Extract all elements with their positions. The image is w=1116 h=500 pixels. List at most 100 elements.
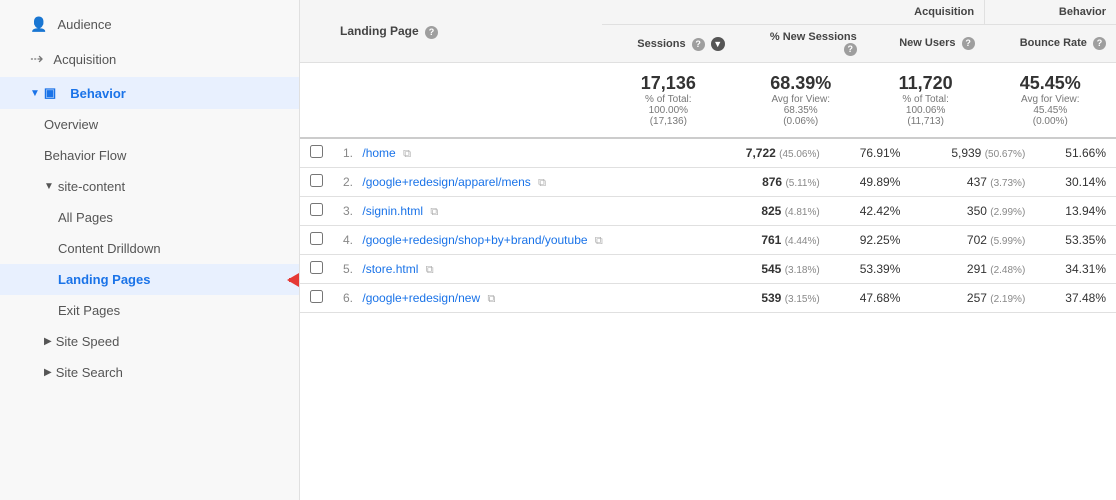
new-users-help-icon[interactable]: ? [962, 37, 975, 50]
page-link[interactable]: /google+redesign/apparel/mens [362, 175, 530, 189]
sidebar-item-exit-pages[interactable]: Exit Pages [0, 295, 299, 326]
sessions-col-header: Sessions ? ▼ [602, 25, 735, 63]
sessions-value: 545 [761, 262, 781, 276]
audience-icon: 👤 [30, 16, 47, 33]
copy-icon[interactable]: ⧉ [403, 148, 411, 160]
bounce-rate-col-header: Bounce Rate ? [985, 25, 1116, 63]
page-link[interactable]: /signin.html [362, 204, 423, 218]
row-sessions: 545 (3.18%) [705, 255, 830, 284]
rows-table: 1. /home ⧉ 7,722 (45.06%) 76.91% 5,939 (… [300, 139, 1116, 313]
summary-row: 17,136 % of Total: 100.00% (17,136) 68.3… [300, 63, 1116, 139]
sidebar-item-acquisition[interactable]: ⇢ Acquisition [0, 41, 299, 77]
sidebar-item-behavior[interactable]: ▼ ▣ behavior [0, 77, 299, 109]
page-link[interactable]: /google+redesign/shop+by+brand/youtube [362, 233, 587, 247]
row-checkbox-cell[interactable] [300, 255, 333, 284]
table-row: 6. /google+redesign/new ⧉ 539 (3.15%) 47… [300, 284, 1116, 313]
sidebar-item-site-search[interactable]: ▶ Site Search [0, 357, 299, 388]
acquisition-icon: ⇢ [30, 49, 43, 69]
new-users-pct: (50.67%) [985, 149, 1026, 160]
new-users-pct: (2.48%) [990, 265, 1025, 276]
row-page-cell: 5. /store.html ⧉ [333, 255, 705, 284]
row-checkbox[interactable] [310, 174, 323, 187]
site-search-arrow-icon: ▶ [44, 367, 52, 378]
row-new-users: 257 (2.19%) [910, 284, 1035, 313]
copy-icon[interactable]: ⧉ [595, 235, 603, 247]
table-row: 2. /google+redesign/apparel/mens ⧉ 876 (… [300, 168, 1116, 197]
table-row: 3. /signin.html ⧉ 825 (4.81%) 42.42% 350… [300, 197, 1116, 226]
red-arrow-annotation [279, 262, 300, 298]
row-page-cell: 3. /signin.html ⧉ [333, 197, 705, 226]
row-checkbox-cell[interactable] [300, 168, 333, 197]
row-checkbox-cell[interactable] [300, 284, 333, 313]
sessions-value: 761 [761, 233, 781, 247]
sidebar: 👤 Audience ⇢ Acquisition ▼ ▣ behavior Ov… [0, 0, 300, 500]
sessions-pct: (3.15%) [785, 294, 820, 305]
summary-new-users: 11,720 % of Total: 100.06% (11,713) [867, 63, 985, 139]
new-sessions-help-icon[interactable]: ? [844, 43, 857, 56]
sidebar-item-audience[interactable]: 👤 Audience [0, 8, 299, 41]
sessions-pct: (5.11%) [785, 178, 819, 189]
sessions-pct: (3.18%) [785, 265, 820, 276]
sidebar-item-all-pages[interactable]: All Pages [0, 202, 299, 233]
row-sessions: 876 (5.11%) [705, 168, 830, 197]
landing-page-help-icon[interactable]: ? [425, 26, 438, 39]
row-sessions: 761 (4.44%) [705, 226, 830, 255]
sidebar-item-behavior-flow[interactable]: Behavior Flow [0, 140, 299, 171]
page-link[interactable]: /store.html [362, 262, 418, 276]
behavior-group-header: Behavior [985, 0, 1116, 25]
row-bounce-rate: 13.94% [1035, 197, 1116, 226]
sessions-sort-icon[interactable]: ▼ [711, 37, 725, 51]
row-page-cell: 2. /google+redesign/apparel/mens ⧉ [333, 168, 705, 197]
sidebar-item-site-content[interactable]: ▼ site-content [0, 171, 299, 202]
row-checkbox-cell[interactable] [300, 139, 333, 168]
row-bounce-rate: 51.66% [1035, 139, 1116, 168]
row-checkbox[interactable] [310, 261, 323, 274]
row-checkbox[interactable] [310, 203, 323, 216]
row-checkbox-cell[interactable] [300, 197, 333, 226]
row-bounce-rate: 34.31% [1035, 255, 1116, 284]
row-checkbox[interactable] [310, 290, 323, 303]
row-new-sessions: 76.91% [830, 139, 911, 168]
sessions-pct: (4.44%) [785, 236, 820, 247]
page-link[interactable]: /google+redesign/new [362, 291, 480, 305]
table-row: 5. /store.html ⧉ 545 (3.18%) 53.39% 291 … [300, 255, 1116, 284]
copy-icon[interactable]: ⧉ [426, 264, 434, 276]
table-row: 4. /google+redesign/shop+by+brand/youtub… [300, 226, 1116, 255]
row-number: 6. [343, 291, 353, 305]
row-number: 3. [343, 204, 353, 218]
row-checkbox[interactable] [310, 145, 323, 158]
sessions-value: 825 [761, 204, 781, 218]
site-content-arrow-icon: ▼ [44, 181, 54, 192]
row-bounce-rate: 30.14% [1035, 168, 1116, 197]
sidebar-item-overview[interactable]: Overview [0, 109, 299, 140]
row-new-sessions: 47.68% [830, 284, 911, 313]
sessions-value: 7,722 [746, 146, 776, 160]
row-page-cell: 1. /home ⧉ [333, 139, 705, 168]
row-checkbox[interactable] [310, 232, 323, 245]
sidebar-item-landing-pages[interactable]: Landing Pages [0, 264, 299, 295]
copy-icon[interactable]: ⧉ [487, 293, 495, 305]
new-users-pct: (2.99%) [990, 207, 1025, 218]
row-checkbox-cell[interactable] [300, 226, 333, 255]
row-number: 5. [343, 262, 353, 276]
row-sessions: 539 (3.15%) [705, 284, 830, 313]
sessions-pct: (4.81%) [785, 207, 820, 218]
row-bounce-rate: 37.48% [1035, 284, 1116, 313]
row-new-sessions: 53.39% [830, 255, 911, 284]
bounce-rate-help-icon[interactable]: ? [1093, 37, 1106, 50]
copy-icon[interactable]: ⧉ [430, 206, 438, 218]
sidebar-item-site-speed[interactable]: ▶ Site Speed [0, 326, 299, 357]
page-link[interactable]: /home [362, 146, 395, 160]
sessions-value: 539 [761, 291, 781, 305]
copy-icon[interactable]: ⧉ [538, 177, 546, 189]
landing-page-header: Landing Page ? [330, 0, 602, 63]
sidebar-item-content-drilldown[interactable]: Content Drilldown [0, 233, 299, 264]
row-number: 1. [343, 146, 353, 160]
new-users-pct: (5.99%) [990, 236, 1025, 247]
data-table: Landing Page ? Acquisition Behavior Sess… [300, 0, 1116, 139]
sessions-pct: (45.06%) [779, 149, 820, 160]
row-new-sessions: 92.25% [830, 226, 911, 255]
row-number: 2. [343, 175, 353, 189]
behavior-expand-icon: ▼ [30, 88, 40, 99]
sessions-help-icon[interactable]: ? [692, 38, 705, 51]
